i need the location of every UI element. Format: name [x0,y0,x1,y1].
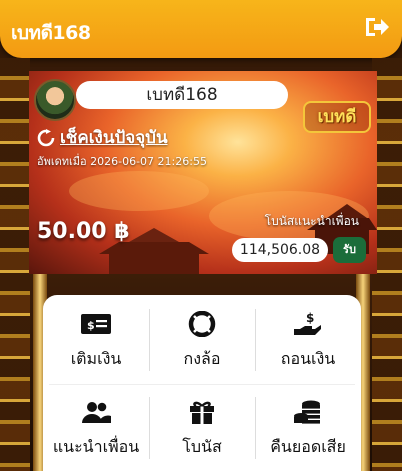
top-bar: เบทดี168 [0,0,402,58]
menu-label: คืนยอดเสีย [270,437,346,456]
balance-amount: 50.00 ฿ [37,219,130,244]
menu-label: แนะนำเพื่อน [52,437,140,456]
refresh-balance-button[interactable]: เช็คเงินปัจจุบัน [37,124,168,151]
action-menu: $ เติมเงิน กงล้อ $ ถอนเงิน แนะนำเพื่อน โ… [43,295,361,471]
life-ring-wheel-icon [188,311,216,337]
gift-icon [190,401,214,424]
svg-text:$: $ [306,311,314,325]
referral-bonus-label: โบนัสแนะนำเพื่อน [264,214,359,228]
decorative-frame-left [0,58,30,471]
deposit-button[interactable]: $ เติมเงิน [43,295,149,381]
coins-icon [294,400,320,424]
cashback-button[interactable]: คืนยอดเสีย [255,383,361,469]
svg-text:$: $ [87,319,95,332]
brand-title: เบทดี168 [11,22,91,44]
hand-dollar-icon: $ [294,311,321,335]
refresh-icon [37,128,55,146]
menu-label: กงล้อ [183,349,221,368]
avatar [34,79,76,121]
balance-card: เบทดี168 เช็คเงินปัจจุบัน อัพเดทเมื่อ 20… [29,71,377,274]
users-icon [82,402,111,423]
menu-label: เติมเงิน [70,349,122,368]
wheel-button[interactable]: กงล้อ [149,295,255,381]
withdraw-button[interactable]: $ ถอนเงิน [255,295,361,381]
sign-out-icon[interactable] [364,15,390,39]
last-updated-text: อัพเดทเมื่อ 2026-06-07 21:26:55 [37,155,207,168]
bonus-button[interactable]: โบนัส [149,383,255,469]
money-bill-icon: $ [81,314,111,334]
menu-label: โบนัส [182,437,222,456]
referral-bonus-value: 114,506.08 [232,238,328,262]
claim-bonus-button[interactable]: รับ [333,237,366,263]
refer-friend-button[interactable]: แนะนำเพื่อน [43,383,149,469]
menu-label: ถอนเงิน [280,349,336,368]
username-field: เบทดี168 [76,81,288,109]
refresh-label: เช็คเงินปัจจุบัน [60,128,168,148]
cloud-decoration [69,171,209,211]
brand-logo: เบทดี [303,101,371,133]
